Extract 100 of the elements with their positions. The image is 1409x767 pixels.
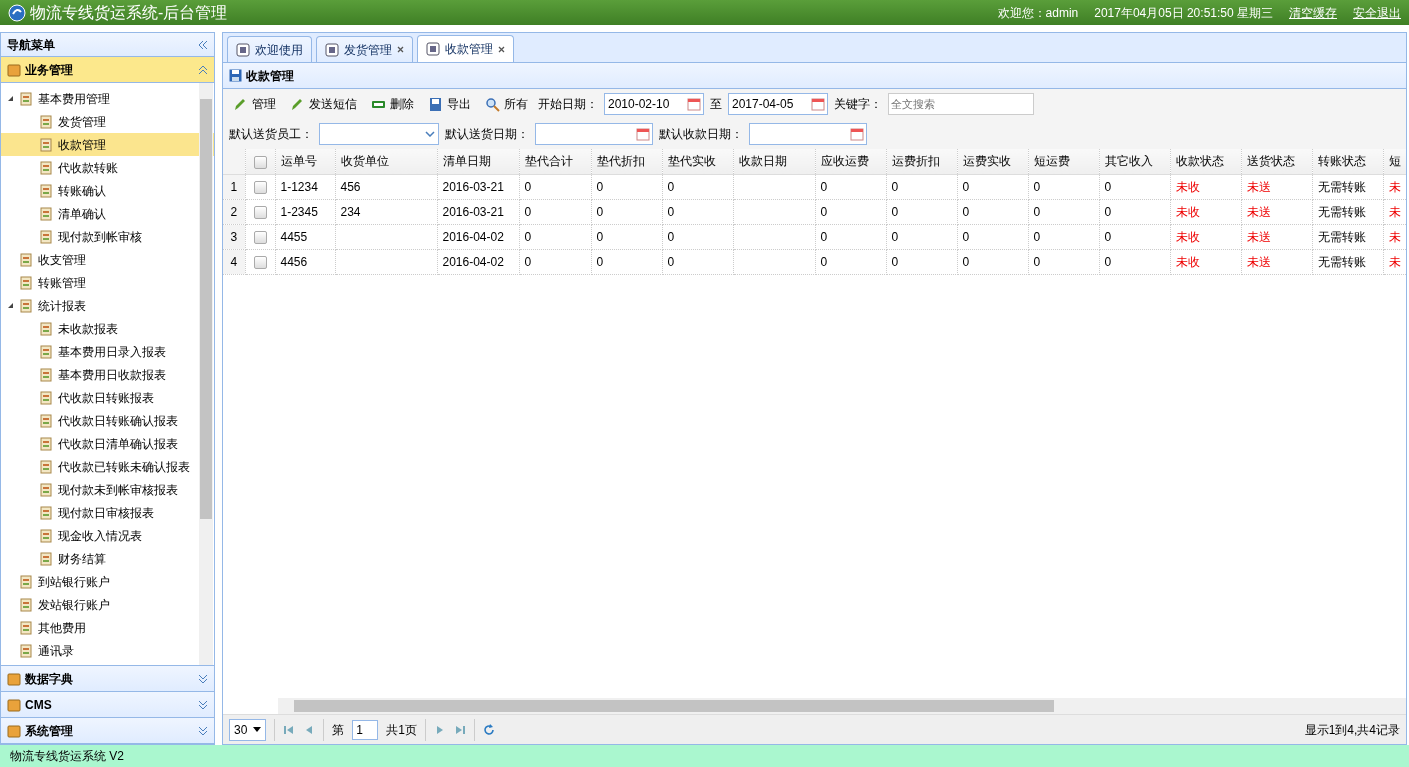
- toolbar-button[interactable]: 发送短信: [286, 93, 361, 115]
- date-field[interactable]: [535, 123, 653, 145]
- table-cell: 0: [591, 224, 662, 249]
- document-icon: [39, 114, 53, 129]
- tree-item[interactable]: 其他费用: [1, 616, 214, 639]
- tree-item[interactable]: 统计报表: [1, 294, 214, 317]
- table-cell: 2016-04-02: [437, 249, 519, 274]
- document-icon: [39, 367, 53, 382]
- search-field[interactable]: 全文搜索: [888, 93, 1034, 115]
- table-cell: 无需转账: [1312, 224, 1383, 249]
- toolbar-button[interactable]: 管理: [229, 93, 280, 115]
- column-header[interactable]: 转账状态: [1312, 149, 1383, 174]
- tree-item[interactable]: 基本费用日收款报表: [1, 363, 214, 386]
- tree-item[interactable]: 发站银行账户: [1, 593, 214, 616]
- tree-item[interactable]: 代收款已转账未确认报表: [1, 455, 214, 478]
- tree-item[interactable]: 清单确认: [1, 202, 214, 225]
- column-header[interactable]: 应收运费: [815, 149, 886, 174]
- tab[interactable]: 欢迎使用: [227, 36, 312, 62]
- column-header[interactable]: 其它收入: [1099, 149, 1170, 174]
- column-header[interactable]: 垫代合计: [519, 149, 591, 174]
- dropdown-field[interactable]: [319, 123, 439, 145]
- column-header[interactable]: 清单日期: [437, 149, 519, 174]
- column-header[interactable]: 垫代实收: [662, 149, 733, 174]
- row-checkbox[interactable]: [253, 205, 267, 219]
- column-header[interactable]: 运单号: [275, 149, 335, 174]
- date-field[interactable]: 2017-04-05: [728, 93, 828, 115]
- tab[interactable]: 发货管理: [316, 36, 413, 62]
- tree-item[interactable]: 财务结算: [1, 547, 214, 570]
- table-cell: 未送: [1241, 174, 1312, 199]
- document-icon: [19, 620, 33, 635]
- column-header[interactable]: 短运费: [1028, 149, 1099, 174]
- field-label: 默认送货日期：: [445, 126, 529, 143]
- tree-item[interactable]: 现付款未到帐审核报表: [1, 478, 214, 501]
- row-number: 4: [223, 249, 245, 274]
- refresh-icon[interactable]: [483, 723, 496, 736]
- accordion-header[interactable]: CMS: [1, 692, 214, 718]
- tree-item[interactable]: 代收款日转账确认报表: [1, 409, 214, 432]
- column-header[interactable]: 运费折扣: [886, 149, 957, 174]
- column-header[interactable]: 收款状态: [1170, 149, 1241, 174]
- table-cell: 0: [886, 174, 957, 199]
- table-cell: 0: [886, 199, 957, 224]
- date-field[interactable]: [749, 123, 867, 145]
- tree-item[interactable]: 到站银行账户: [1, 570, 214, 593]
- tree-item[interactable]: 转账确认: [1, 179, 214, 202]
- row-checkbox[interactable]: [253, 230, 267, 244]
- field-label: 开始日期：: [538, 96, 598, 113]
- table-cell: 2016-03-21: [437, 174, 519, 199]
- tree-item[interactable]: 代收款日转账报表: [1, 386, 214, 409]
- tree-item[interactable]: 现付款到帐审核: [1, 225, 214, 248]
- tree-item[interactable]: 未收款报表: [1, 317, 214, 340]
- table-cell: 0: [957, 249, 1028, 274]
- logo-icon: [8, 3, 26, 22]
- page-size-select[interactable]: 30: [229, 718, 267, 741]
- close-icon[interactable]: [397, 46, 404, 53]
- document-icon: [39, 482, 53, 497]
- tree-item[interactable]: 基本费用日录入报表: [1, 340, 214, 363]
- tree-item[interactable]: 基本费用管理: [1, 87, 214, 110]
- page-icon: [325, 42, 339, 57]
- page-input[interactable]: 1: [352, 719, 379, 740]
- column-header[interactable]: 短: [1383, 149, 1406, 174]
- calendar-icon: [687, 97, 701, 111]
- toolbar-button[interactable]: 导出: [424, 93, 475, 115]
- folder-icon: [7, 723, 21, 738]
- accordion-header[interactable]: 系统管理: [1, 718, 214, 744]
- column-header[interactable]: 垫代折扣: [591, 149, 662, 174]
- row-checkbox[interactable]: [253, 255, 267, 269]
- first-page-icon[interactable]: [283, 723, 296, 736]
- tree-item[interactable]: 转账管理: [1, 271, 214, 294]
- tree-item[interactable]: 现付款日审核报表: [1, 501, 214, 524]
- column-header[interactable]: 收货单位: [335, 149, 437, 174]
- tab[interactable]: 收款管理: [417, 35, 514, 62]
- header-link[interactable]: 安全退出: [1353, 3, 1401, 22]
- toolbar-button[interactable]: 删除: [367, 93, 418, 115]
- scrollbar[interactable]: [199, 83, 213, 665]
- column-header[interactable]: 运费实收: [957, 149, 1028, 174]
- tree-item[interactable]: 代收款日清单确认报表: [1, 432, 214, 455]
- scrollbar[interactable]: [278, 698, 1406, 714]
- date-field[interactable]: 2010-02-10: [604, 93, 704, 115]
- last-page-icon[interactable]: [454, 723, 467, 736]
- tree-item[interactable]: 收支管理: [1, 248, 214, 271]
- header-link[interactable]: 清空缓存: [1289, 3, 1337, 22]
- document-icon: [39, 436, 53, 451]
- tree-item[interactable]: 发货管理: [1, 110, 214, 133]
- row-checkbox[interactable]: [253, 180, 267, 194]
- tree-item[interactable]: 通讯录: [1, 639, 214, 662]
- tree-item[interactable]: 代收款转账: [1, 156, 214, 179]
- accordion-header[interactable]: 数据字典: [1, 666, 214, 692]
- close-icon[interactable]: [498, 45, 505, 53]
- accordion-header[interactable]: 业务管理: [1, 57, 214, 83]
- table-cell: 0: [886, 249, 957, 274]
- column-header[interactable]: 送货状态: [1241, 149, 1312, 174]
- tree-item[interactable]: 收款管理: [1, 133, 214, 156]
- toolbar-button[interactable]: 所有: [481, 93, 532, 115]
- select-all-checkbox[interactable]: [253, 155, 267, 169]
- tree-item[interactable]: 现金收入情况表: [1, 524, 214, 547]
- table-cell: 未收: [1170, 174, 1241, 199]
- page-icon: [426, 42, 440, 56]
- table-cell: 0: [591, 174, 662, 199]
- column-header[interactable]: 收款日期: [733, 149, 815, 174]
- table-cell: 4456: [275, 249, 335, 274]
